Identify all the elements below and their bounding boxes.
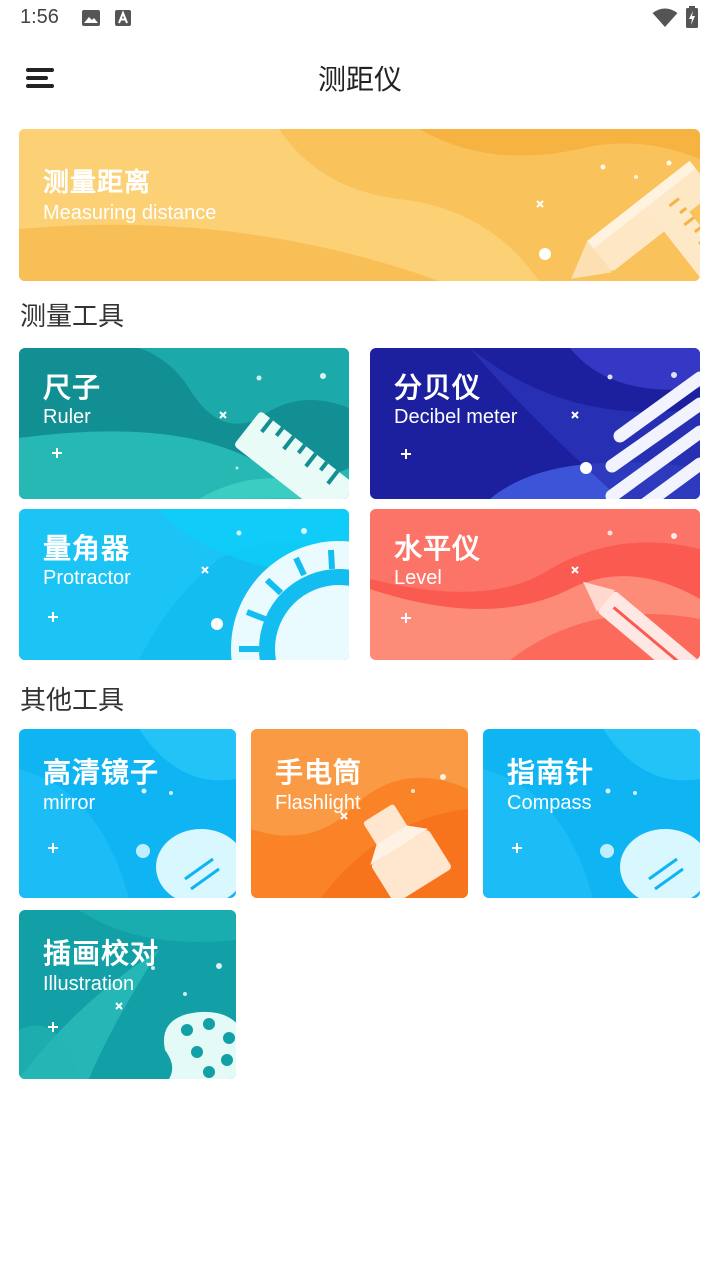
card-title: 测量距离 xyxy=(43,168,152,198)
status-bar: 1:56 xyxy=(0,0,720,36)
card-title: 高清镜子 xyxy=(43,756,160,789)
card-subtitle: mirror xyxy=(43,792,96,814)
card-title: 尺子 xyxy=(43,371,102,404)
battery-icon xyxy=(686,6,698,28)
measure-distance-card[interactable]: 测量距离 Measuring distance xyxy=(19,129,700,281)
section-title-other-tools: 其他工具 xyxy=(20,686,125,716)
wifi-icon xyxy=(652,8,678,27)
flashlight-card[interactable]: 手电筒 Flashlight xyxy=(251,729,468,898)
card-subtitle: Compass xyxy=(507,792,592,814)
card-subtitle: Ruler xyxy=(43,406,91,428)
mirror-card[interactable]: 高清镜子 mirror xyxy=(19,729,236,898)
card-title: 分贝仪 xyxy=(394,371,482,404)
card-title: 水平仪 xyxy=(394,532,482,565)
compass-card[interactable]: 指南针 Compass xyxy=(483,729,700,898)
card-title: 量角器 xyxy=(43,532,131,565)
card-subtitle: Illustration xyxy=(43,973,135,995)
decibel-meter-card[interactable]: 分贝仪 Decibel meter xyxy=(370,348,700,499)
card-subtitle: Flashlight xyxy=(275,792,361,814)
protractor-card[interactable]: 量角器 Protractor xyxy=(19,509,349,660)
card-subtitle: Measuring distance xyxy=(43,202,217,224)
image-notification-icon xyxy=(82,10,100,26)
card-title: 插画校对 xyxy=(43,937,160,970)
card-subtitle: Level xyxy=(394,567,442,589)
illustration-card[interactable]: 插画校对 Illustration xyxy=(19,910,236,1079)
card-title: 手电筒 xyxy=(275,756,363,789)
card-title: 指南针 xyxy=(507,756,595,789)
ruler-card[interactable]: 尺子 Ruler xyxy=(19,348,349,499)
text-notification-icon xyxy=(115,10,131,26)
card-subtitle: Decibel meter xyxy=(394,406,518,428)
section-title-measure-tools: 测量工具 xyxy=(20,302,125,332)
app-bar: 测距仪 xyxy=(0,36,720,118)
level-card[interactable]: 水平仪 Level xyxy=(370,509,700,660)
page-title: 测距仪 xyxy=(317,63,402,96)
card-subtitle: Protractor xyxy=(43,567,131,589)
status-time: 1:56 xyxy=(20,6,59,28)
